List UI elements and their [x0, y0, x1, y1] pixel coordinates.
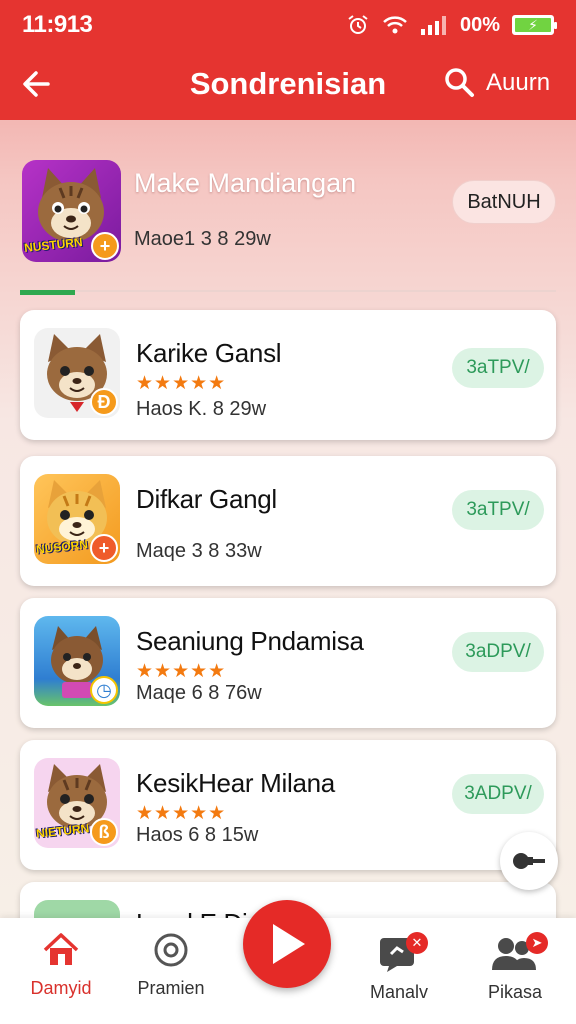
notification-badge-icon: ➤ — [526, 932, 548, 954]
featured-title: Make Mandiangan — [134, 168, 357, 198]
app-name: Seaniung Pndamisa — [136, 626, 364, 656]
rating-stars-icon: ★★★★★ — [136, 803, 227, 824]
notification-badge-icon: ✕ — [406, 932, 428, 954]
home-icon — [43, 933, 79, 965]
clock-badge-icon: ◷ — [90, 676, 118, 704]
app-bar: 11:913 00% ⚡ Sondrenisian Auurn — [0, 0, 576, 120]
install-button[interactable]: 3aTPV/ — [452, 490, 544, 530]
play-button[interactable] — [243, 900, 331, 988]
status-bar: 11:913 00% ⚡ — [0, 0, 576, 50]
badge-icon: ß — [90, 818, 118, 846]
plus-badge-icon: + — [91, 232, 119, 260]
featured-meta: Maoe1 3 8 29w — [134, 228, 271, 250]
status-icons: 00% ⚡ — [346, 13, 557, 37]
nav-label: Pramien — [137, 978, 205, 998]
nav-label: Manalv — [369, 982, 429, 1002]
rating-stars-icon: ★★★★★ — [136, 661, 227, 682]
nav-label: Damyid — [30, 978, 92, 998]
disc-icon — [154, 933, 188, 967]
featured-app[interactable]: NUSTURN + Make Mandiangan Maoe1 3 8 29w … — [20, 158, 556, 268]
app-icon: ◷ — [34, 616, 120, 706]
account-link[interactable]: Auurn — [486, 69, 550, 97]
search-icon[interactable] — [442, 65, 476, 99]
app-name: Karike Gansl — [136, 338, 282, 368]
featured-app-icon: NUSTURN + — [22, 160, 121, 262]
app-card[interactable]: ◷ Seaniung Pndamisa ★★★★★ Maqe 6 8 76w 3… — [20, 598, 556, 728]
featured-action-button[interactable]: BatNUH — [452, 180, 556, 224]
battery-percent: 00% — [459, 13, 500, 36]
install-button[interactable]: 3ADPV/ — [452, 774, 544, 814]
plus-badge-icon: + — [90, 534, 118, 562]
nav-label: Pikasa — [487, 982, 543, 1002]
nav-item-premium[interactable]: Pramien — [116, 932, 226, 999]
toolbar: Sondrenisian Auurn — [0, 50, 576, 120]
nav-item-home[interactable]: Damyid — [6, 932, 116, 999]
app-icon: NIETURN ß — [34, 758, 120, 848]
divider — [20, 290, 556, 292]
signal-icon — [420, 16, 446, 35]
floating-action-button[interactable] — [500, 832, 558, 890]
app-card[interactable]: NIETURN ß KesikHear Milana ★★★★★ Haos 6 … — [20, 740, 556, 870]
battery-icon: ⚡ — [512, 15, 557, 35]
app-meta: Haos K. 8 29w — [136, 398, 267, 420]
progress-indicator — [20, 290, 75, 295]
app-card[interactable]: NUSORN + Difkar Gangl Maqe 3 8 33w 3aTPV… — [20, 456, 556, 586]
app-meta: Haos 6 8 15w — [136, 824, 259, 846]
status-time: 11:913 — [22, 11, 93, 38]
app-card[interactable]: Ð Karike Gansl ★★★★★ Haos K. 8 29w 3aTPV… — [20, 310, 556, 440]
install-button[interactable]: 3aDPV/ — [452, 632, 544, 672]
rating-stars-icon: ★★★★★ — [136, 373, 227, 394]
wifi-icon — [383, 16, 407, 34]
app-icon: Ð — [34, 328, 120, 418]
install-button[interactable]: 3aTPV/ — [452, 348, 544, 388]
app-icon: NUSORN + — [34, 474, 120, 564]
nav-item-manage[interactable]: ✕ Manalv — [344, 932, 454, 1003]
toggle-icon — [513, 853, 545, 869]
nav-item-people[interactable]: ➤ Pikasa — [460, 932, 570, 1003]
app-name: Difkar Gangl — [136, 484, 277, 514]
app-name: KesikHear Milana — [136, 768, 335, 798]
edit-badge-icon: Ð — [90, 388, 118, 416]
app-meta: Maqe 3 8 33w — [136, 540, 262, 562]
play-icon — [273, 924, 305, 964]
alarm-icon — [348, 15, 368, 34]
app-meta: Maqe 6 8 76w — [136, 682, 262, 704]
